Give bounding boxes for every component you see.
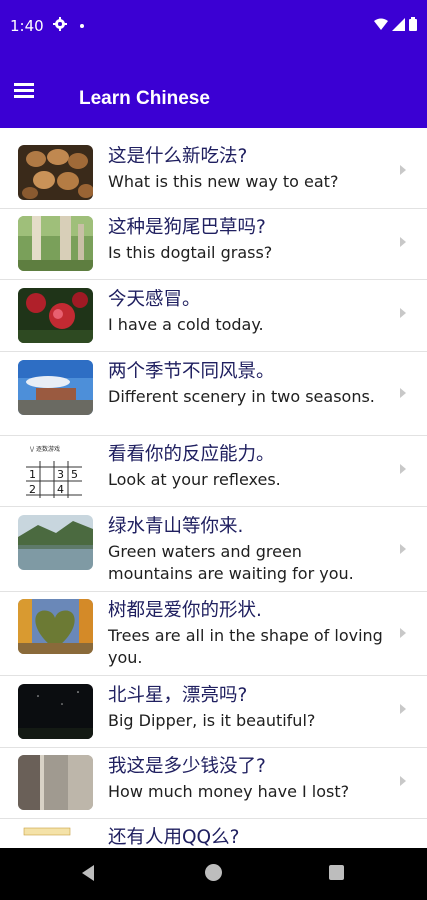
lesson-chinese: 我这是多少钱没了?: [108, 756, 266, 777]
chevron-right-icon: [400, 165, 406, 175]
lesson-chinese: 两个季节不同风景。: [108, 361, 275, 382]
chevron-right-icon: [400, 388, 406, 398]
signal-icon: [392, 17, 405, 31]
lesson-chinese: 这是什么新吃法?: [108, 146, 248, 167]
dot-icon: [80, 24, 84, 28]
grid-number: 2: [29, 483, 36, 496]
lesson-chinese: 北斗星，漂亮吗?: [108, 685, 248, 706]
battery-icon: [409, 17, 417, 31]
status-time: 1:40: [10, 17, 44, 35]
lesson-chinese: 还有人用QQ么?: [108, 827, 240, 848]
grid-number: 5: [71, 468, 78, 481]
lesson-english: Is this dogtail grass?: [108, 243, 273, 262]
qq-photo: [18, 826, 93, 848]
grass-photo: [18, 216, 93, 271]
list-item[interactable]: 绿水青山等你来. Green waters and green mountain…: [0, 507, 427, 592]
list-item[interactable]: 这是什么新吃法? What is this new way to eat?: [0, 128, 427, 209]
lesson-english: Look at your reflexes.: [108, 470, 281, 489]
wifi-icon: [374, 18, 388, 30]
navigation-bar: [0, 848, 427, 900]
lesson-chinese: 绿水青山等你来.: [108, 516, 244, 537]
grid-number: 1: [29, 468, 36, 481]
list-item[interactable]: \/ 逐数游戏 1 3 5 2 4 看看你的反应能力。 Look at your…: [0, 436, 427, 507]
grid-caption: \/ 逐数游戏: [30, 446, 60, 453]
lesson-english: I have a cold today.: [108, 315, 264, 334]
status-bar: 1:40: [0, 0, 427, 56]
lesson-english: Big Dipper, is it beautiful?: [108, 711, 316, 730]
lesson-chinese: 看看你的反应能力。: [108, 444, 275, 465]
lesson-english: Different scenery in two seasons.: [108, 387, 375, 406]
lake-photo: [18, 515, 93, 570]
back-icon[interactable]: [82, 865, 94, 881]
app-bar: Learn Chinese: [0, 56, 427, 128]
list-item[interactable]: 还有人用QQ么?: [0, 819, 427, 848]
list-item[interactable]: 我这是多少钱没了? How much money have I lost?: [0, 748, 427, 819]
night-sky-photo: [18, 684, 93, 739]
hamburger-menu-icon[interactable]: [14, 80, 44, 104]
lesson-chinese: 树都是爱你的形状.: [108, 600, 262, 621]
chevron-right-icon: [400, 704, 406, 714]
list-item[interactable]: 今天感冒。 I have a cold today.: [0, 280, 427, 352]
red-flowers-photo: [18, 288, 93, 343]
chevron-right-icon: [400, 544, 406, 554]
building-sky-photo: [18, 360, 93, 415]
list-item[interactable]: 两个季节不同风景。 Different scenery in two seaso…: [0, 352, 427, 436]
eggs-photo: [18, 145, 93, 200]
list-item[interactable]: 北斗星，漂亮吗? Big Dipper, is it beautiful?: [0, 676, 427, 748]
chevron-right-icon: [400, 628, 406, 638]
blurry-phone-photo: [18, 755, 93, 810]
grid-number: 3: [57, 468, 64, 481]
number-grid-photo: \/ 逐数游戏 1 3 5 2 4: [18, 443, 93, 498]
recents-icon[interactable]: [329, 865, 344, 880]
home-icon[interactable]: [205, 864, 222, 881]
list-item[interactable]: 这种是狗尾巴草吗? Is this dogtail grass?: [0, 209, 427, 280]
grid-number: 4: [57, 483, 64, 496]
lesson-english: What is this new way to eat?: [108, 172, 339, 191]
lesson-english: Trees are all in the shape of loving you…: [108, 626, 383, 667]
list-item[interactable]: 树都是爱你的形状. Trees are all in the shape of …: [0, 592, 427, 676]
chevron-right-icon: [400, 308, 406, 318]
lesson-english: Green waters and green mountains are wai…: [108, 542, 354, 583]
lesson-chinese: 今天感冒。: [108, 289, 201, 310]
chevron-right-icon: [400, 776, 406, 786]
app-title: Learn Chinese: [79, 88, 210, 109]
chevron-right-icon: [400, 464, 406, 474]
heart-trees-photo: [18, 599, 93, 654]
lesson-list[interactable]: 这是什么新吃法? What is this new way to eat? 这种…: [0, 128, 427, 848]
lesson-english: How much money have I lost?: [108, 782, 350, 801]
gear-icon: [53, 17, 67, 31]
chevron-right-icon: [400, 237, 406, 247]
lesson-chinese: 这种是狗尾巴草吗?: [108, 217, 266, 238]
